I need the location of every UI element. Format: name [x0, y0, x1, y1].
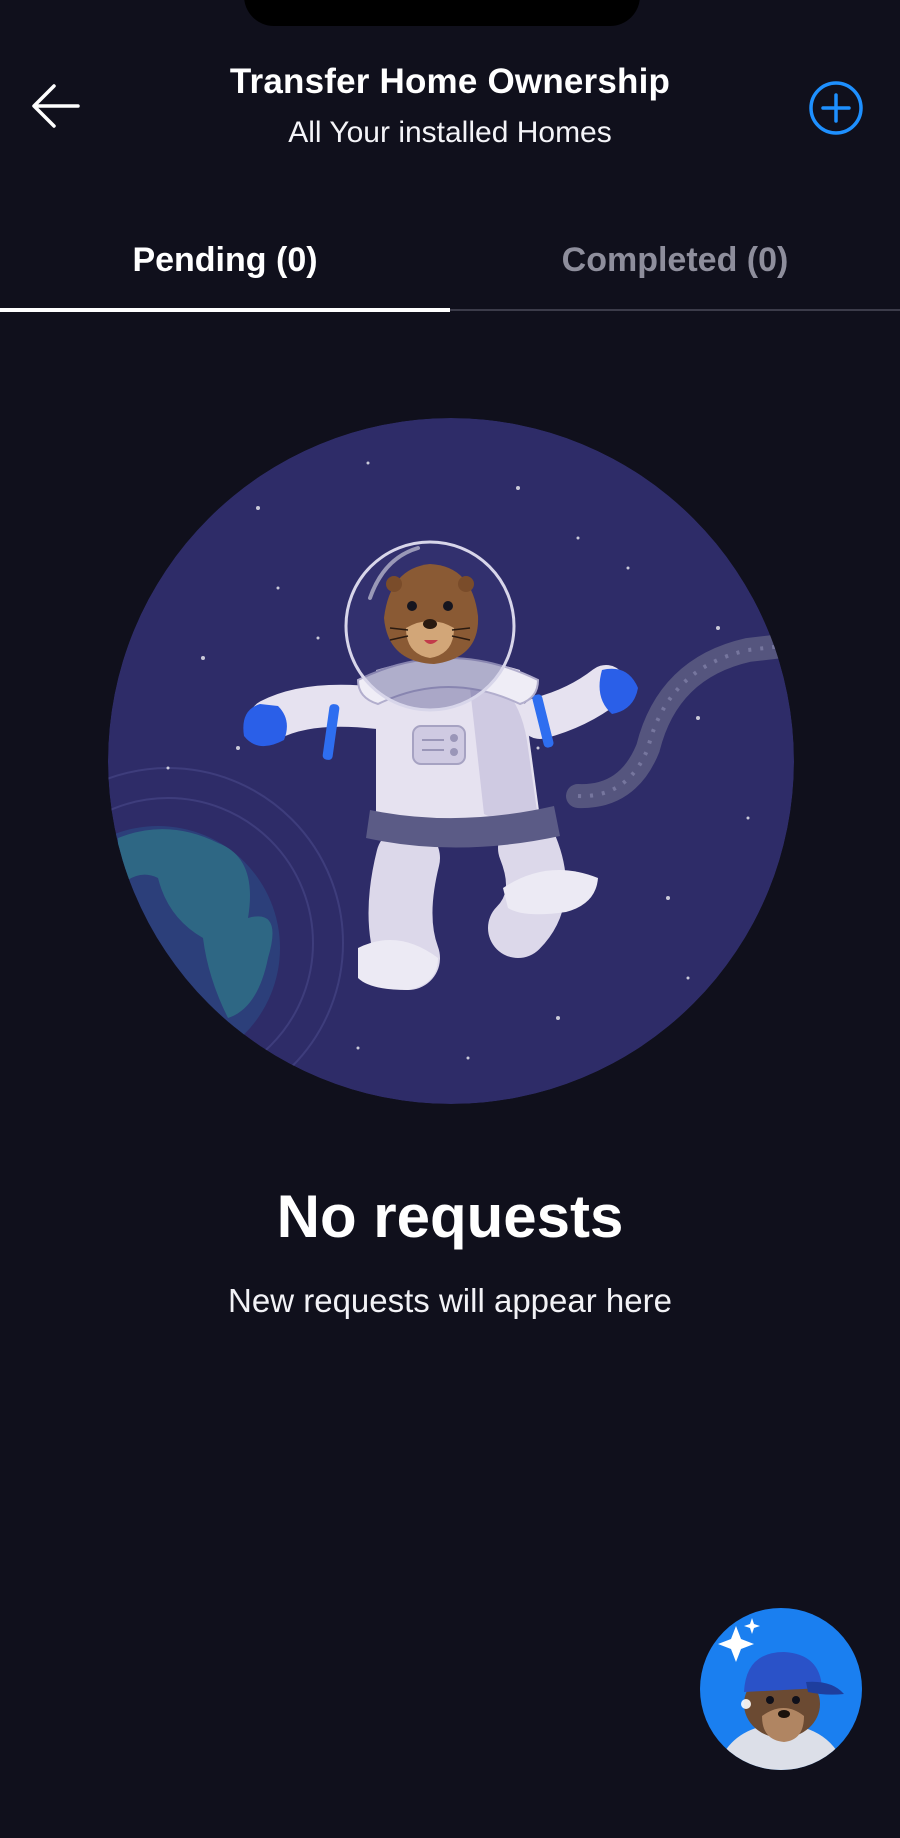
add-transfer-button[interactable] [800, 72, 872, 144]
tab-pending[interactable]: Pending (0) [0, 210, 450, 310]
empty-state-title: No requests [276, 1183, 624, 1250]
tab-completed[interactable]: Completed (0) [450, 210, 900, 310]
tab-selected-indicator [0, 308, 450, 312]
back-button[interactable] [22, 72, 90, 140]
tab-bar: Pending (0) Completed (0) [0, 210, 900, 312]
otter-assistant-avatar-icon [700, 1608, 862, 1770]
page-subtitle: All Your installed Homes [288, 116, 612, 149]
astronaut-otter-illustration [108, 418, 794, 1104]
plus-circle-icon [809, 81, 863, 135]
assistant-button[interactable] [700, 1608, 862, 1770]
header: Transfer Home Ownership All Your install… [0, 0, 900, 180]
empty-state-subtitle: New requests will appear here [228, 1282, 672, 1319]
page-title: Transfer Home Ownership [229, 62, 671, 101]
arrow-left-icon [32, 84, 80, 128]
